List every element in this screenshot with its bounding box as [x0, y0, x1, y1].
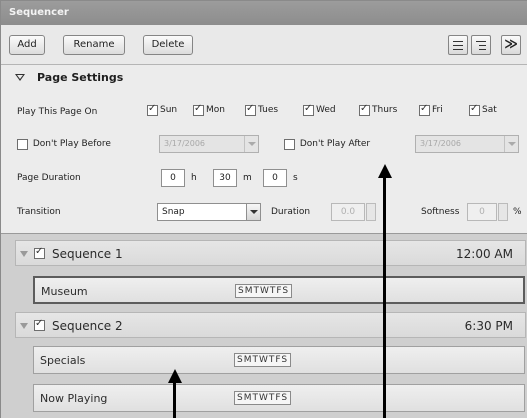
sequence-name: Sequence 2 — [52, 319, 123, 333]
day-label: Wed — [316, 105, 336, 115]
day-checkbox-tues[interactable]: Tues — [245, 103, 279, 119]
page-name: Now Playing — [40, 392, 108, 405]
play-on-label: Play This Page On — [17, 107, 98, 117]
hours-unit: h — [191, 173, 197, 183]
title-bar: Sequencer — [1, 1, 527, 25]
day-checkbox[interactable] — [245, 103, 256, 116]
dont-play-before-checkbox[interactable] — [17, 139, 28, 150]
chevron-down-icon — [504, 136, 518, 152]
dont-play-before-checkbox-row[interactable]: Don't Play Before — [17, 139, 111, 150]
page-days: SMTWTFS — [234, 353, 292, 367]
softness-field[interactable]: 0 — [467, 203, 497, 221]
transition-duration-label: Duration — [271, 207, 311, 217]
day-checkbox-wed[interactable]: Wed — [303, 103, 336, 119]
sequence-header[interactable]: Sequence 2 6:30 PM — [15, 312, 526, 338]
seconds-field[interactable]: 0 — [263, 169, 287, 187]
chevron-down-icon[interactable] — [20, 251, 28, 257]
duration-spinner[interactable] — [366, 203, 376, 221]
sequence-time: 6:30 PM — [464, 319, 513, 333]
day-label: Tues — [258, 105, 279, 115]
dont-play-after-checkbox[interactable] — [284, 139, 295, 150]
day-label: Mon — [206, 105, 225, 115]
sequence-time: 12:00 AM — [456, 247, 513, 261]
page-days: SMTWTFS — [235, 284, 293, 298]
sequence-list: Sequence 1 12:00 AM Museum SMTWTFS Seque… — [1, 233, 527, 418]
delete-button[interactable]: Delete — [143, 35, 193, 55]
transition-value: Snap — [162, 207, 185, 217]
softness-label: Softness — [421, 207, 460, 217]
day-checkbox-sun[interactable]: Sun — [147, 103, 178, 119]
dont-play-before-date[interactable]: 3/17/2006 — [159, 135, 259, 153]
sequencer-window: Sequencer Add Rename Delete ≫ Page Setti… — [0, 0, 527, 418]
dont-play-after-label: Don't Play After — [299, 139, 371, 149]
detail-view-icon[interactable] — [471, 35, 491, 55]
toolbar: Add Rename Delete ≫ — [1, 25, 527, 65]
page-name: Museum — [41, 285, 88, 298]
softness-spinner[interactable] — [498, 203, 508, 221]
list-view-icon[interactable] — [448, 35, 468, 55]
sequence-checkbox[interactable] — [34, 246, 45, 259]
day-checkbox[interactable] — [303, 103, 314, 116]
day-checkbox[interactable] — [147, 103, 158, 116]
transition-label: Transition — [17, 207, 61, 217]
callout-arrow-head — [378, 164, 392, 178]
expand-panel-icon[interactable]: ≫ — [501, 35, 521, 55]
page-duration-label: Page Duration — [17, 173, 81, 183]
seconds-unit: s — [293, 173, 298, 183]
dont-play-after-date[interactable]: 3/17/2006 — [415, 135, 519, 153]
sequence-name: Sequence 1 — [52, 247, 123, 261]
softness-unit: % — [513, 207, 522, 217]
page-name: Specials — [40, 354, 86, 367]
page-settings-header[interactable]: Page Settings — [37, 71, 123, 84]
page-row[interactable]: Now Playing SMTWTFS — [33, 384, 525, 412]
callout-arrow — [173, 383, 176, 418]
minutes-field[interactable]: 30 — [213, 169, 237, 187]
day-checkbox-fri[interactable]: Fri — [419, 103, 443, 119]
dont-play-before-label: Don't Play Before — [32, 139, 111, 149]
day-checkbox[interactable] — [419, 103, 430, 116]
callout-arrow-head — [168, 369, 182, 383]
chevron-down-icon — [244, 136, 258, 152]
page-settings-panel: Page Settings Play This Page On Sun Mon Tu… — [1, 65, 527, 233]
day-label: Sat — [482, 105, 497, 115]
day-checkbox[interactable] — [469, 103, 480, 116]
dont-play-after-value: 3/17/2006 — [420, 139, 462, 148]
day-label: Thurs — [372, 105, 398, 115]
day-label: Fri — [432, 105, 443, 115]
sequence-header[interactable]: Sequence 1 12:00 AM — [15, 240, 526, 266]
chevron-down-icon[interactable] — [20, 323, 28, 329]
day-checkbox[interactable] — [359, 103, 370, 116]
day-checkbox-thurs[interactable]: Thurs — [359, 103, 398, 119]
page-row[interactable]: Specials SMTWTFS — [33, 346, 525, 374]
sequence-checkbox[interactable] — [34, 318, 45, 331]
dont-play-after-checkbox-row[interactable]: Don't Play After — [284, 139, 370, 150]
day-checkbox-mon[interactable]: Mon — [193, 103, 225, 119]
chevron-down-icon — [246, 204, 260, 220]
day-checkbox[interactable] — [193, 103, 204, 116]
page-days: SMTWTFS — [234, 391, 292, 405]
dont-play-before-value: 3/17/2006 — [164, 139, 206, 148]
collapse-triangle-icon[interactable] — [15, 74, 25, 81]
day-checkbox-sat[interactable]: Sat — [469, 103, 497, 119]
add-button[interactable]: Add — [9, 35, 45, 55]
page-row[interactable]: Museum SMTWTFS — [33, 276, 525, 304]
transition-select[interactable]: Snap — [157, 203, 261, 221]
hours-field[interactable]: 0 — [161, 169, 185, 187]
minutes-unit: m — [243, 173, 252, 183]
day-label: Sun — [160, 105, 178, 115]
callout-arrow — [383, 178, 386, 418]
window-title: Sequencer — [9, 7, 69, 18]
transition-duration-field[interactable]: 0.0 — [331, 203, 365, 221]
rename-button[interactable]: Rename — [63, 35, 125, 55]
